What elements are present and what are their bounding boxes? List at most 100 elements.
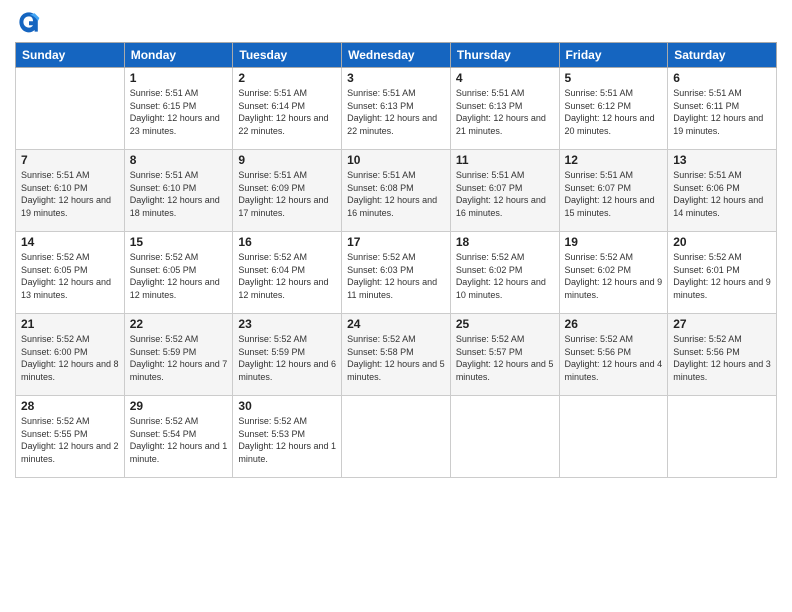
- day-number: 23: [238, 317, 336, 331]
- calendar-cell: 9Sunrise: 5:51 AM Sunset: 6:09 PM Daylig…: [233, 150, 342, 232]
- col-thursday: Thursday: [450, 43, 559, 68]
- day-number: 4: [456, 71, 554, 85]
- calendar-cell: 16 Sunrise: 5:52 AM Sunset: 6:04 PM Dayli…: [233, 232, 342, 314]
- day-info: Sunrise: 5:52 AM Sunset: 6:04 PM Dayligh…: [238, 251, 336, 301]
- day-info: Sunrise: 5:52 AM Sunset: 6:05 PM Dayligh…: [21, 251, 119, 301]
- page: Sunday Monday Tuesday Wednesday Thursday…: [0, 0, 792, 612]
- calendar-cell: 5Sunrise: 5:51 AM Sunset: 6:12 PM Daylig…: [559, 68, 668, 150]
- day-number: 18: [456, 235, 554, 249]
- calendar-cell: [342, 396, 451, 478]
- calendar-cell: [450, 396, 559, 478]
- logo: [15, 14, 41, 34]
- day-number: 20: [673, 235, 771, 249]
- calendar-week-row: 14 Sunrise: 5:52 AM Sunset: 6:05 PM Dayli…: [16, 232, 777, 314]
- col-sunday: Sunday: [16, 43, 125, 68]
- calendar-week-row: 28 Sunrise: 5:52 AM Sunset: 5:55 PM Dayli…: [16, 396, 777, 478]
- day-number: 3: [347, 71, 445, 85]
- day-number: 17: [347, 235, 445, 249]
- day-info: Sunrise: 5:52 AM Sunset: 6:05 PM Dayligh…: [130, 251, 228, 301]
- day-number: 9: [238, 153, 336, 167]
- day-number: 14: [21, 235, 119, 249]
- day-info: Sunrise: 5:52 AM Sunset: 5:56 PM Dayligh…: [673, 333, 771, 383]
- day-number: 8: [130, 153, 228, 167]
- calendar-cell: 11 Sunrise: 5:51 AM Sunset: 6:07 PM Dayli…: [450, 150, 559, 232]
- day-number: 21: [21, 317, 119, 331]
- calendar-cell: 19 Sunrise: 5:52 AM Sunset: 6:02 PM Dayli…: [559, 232, 668, 314]
- day-info: Sunrise: 5:52 AM Sunset: 5:59 PM Dayligh…: [238, 333, 336, 383]
- col-friday: Friday: [559, 43, 668, 68]
- day-number: 6: [673, 71, 771, 85]
- calendar-cell: 25 Sunrise: 5:52 AM Sunset: 5:57 PM Dayli…: [450, 314, 559, 396]
- day-number: 28: [21, 399, 119, 413]
- calendar-cell: 4 Sunrise: 5:51 AM Sunset: 6:13 PM Daylig…: [450, 68, 559, 150]
- day-number: 16: [238, 235, 336, 249]
- day-number: 11: [456, 153, 554, 167]
- calendar-table: Sunday Monday Tuesday Wednesday Thursday…: [15, 42, 777, 478]
- col-monday: Monday: [124, 43, 233, 68]
- logo-icon: [17, 10, 41, 34]
- day-number: 10: [347, 153, 445, 167]
- calendar-week-row: 21 Sunrise: 5:52 AM Sunset: 6:00 PM Dayli…: [16, 314, 777, 396]
- day-number: 19: [565, 235, 663, 249]
- calendar-cell: 8 Sunrise: 5:51 AM Sunset: 6:10 PM Daylig…: [124, 150, 233, 232]
- day-number: 26: [565, 317, 663, 331]
- calendar-cell: 13Sunrise: 5:51 AM Sunset: 6:06 PM Dayli…: [668, 150, 777, 232]
- calendar-cell: [668, 396, 777, 478]
- day-info: Sunrise: 5:52 AM Sunset: 5:56 PM Dayligh…: [565, 333, 663, 383]
- calendar-cell: 29 Sunrise: 5:52 AM Sunset: 5:54 PM Dayli…: [124, 396, 233, 478]
- day-info: Sunrise: 5:52 AM Sunset: 5:59 PM Dayligh…: [130, 333, 228, 383]
- day-number: 27: [673, 317, 771, 331]
- day-number: 12: [565, 153, 663, 167]
- day-info: Sunrise: 5:52 AM Sunset: 6:02 PM Dayligh…: [565, 251, 663, 301]
- day-info: Sunrise: 5:51 AM Sunset: 6:13 PM Dayligh…: [347, 87, 445, 137]
- calendar-week-row: 1Sunrise: 5:51 AM Sunset: 6:15 PM Daylig…: [16, 68, 777, 150]
- calendar-cell: 17 Sunrise: 5:52 AM Sunset: 6:03 PM Dayli…: [342, 232, 451, 314]
- calendar-header-row: Sunday Monday Tuesday Wednesday Thursday…: [16, 43, 777, 68]
- day-info: Sunrise: 5:52 AM Sunset: 5:53 PM Dayligh…: [238, 415, 336, 465]
- day-info: Sunrise: 5:51 AM Sunset: 6:06 PM Dayligh…: [673, 169, 771, 219]
- col-tuesday: Tuesday: [233, 43, 342, 68]
- day-info: Sunrise: 5:52 AM Sunset: 6:03 PM Dayligh…: [347, 251, 445, 301]
- day-info: Sunrise: 5:52 AM Sunset: 5:57 PM Dayligh…: [456, 333, 554, 383]
- day-info: Sunrise: 5:51 AM Sunset: 6:10 PM Dayligh…: [130, 169, 228, 219]
- calendar-cell: 26 Sunrise: 5:52 AM Sunset: 5:56 PM Dayli…: [559, 314, 668, 396]
- day-number: 2: [238, 71, 336, 85]
- day-number: 29: [130, 399, 228, 413]
- day-info: Sunrise: 5:51 AM Sunset: 6:14 PM Dayligh…: [238, 87, 336, 137]
- day-number: 30: [238, 399, 336, 413]
- calendar-cell: 1Sunrise: 5:51 AM Sunset: 6:15 PM Daylig…: [124, 68, 233, 150]
- day-info: Sunrise: 5:51 AM Sunset: 6:10 PM Dayligh…: [21, 169, 119, 219]
- day-number: 25: [456, 317, 554, 331]
- day-info: Sunrise: 5:52 AM Sunset: 5:55 PM Dayligh…: [21, 415, 119, 465]
- calendar-cell: 14 Sunrise: 5:52 AM Sunset: 6:05 PM Dayli…: [16, 232, 125, 314]
- calendar-cell: 3 Sunrise: 5:51 AM Sunset: 6:13 PM Daylig…: [342, 68, 451, 150]
- day-number: 15: [130, 235, 228, 249]
- day-number: 5: [565, 71, 663, 85]
- calendar-cell: 12 Sunrise: 5:51 AM Sunset: 6:07 PM Dayli…: [559, 150, 668, 232]
- day-info: Sunrise: 5:51 AM Sunset: 6:13 PM Dayligh…: [456, 87, 554, 137]
- calendar-cell: 18Sunrise: 5:52 AM Sunset: 6:02 PM Dayli…: [450, 232, 559, 314]
- day-info: Sunrise: 5:52 AM Sunset: 5:54 PM Dayligh…: [130, 415, 228, 465]
- header: [15, 10, 777, 34]
- calendar-cell: 6Sunrise: 5:51 AM Sunset: 6:11 PM Daylig…: [668, 68, 777, 150]
- calendar-cell: [559, 396, 668, 478]
- calendar-cell: 21 Sunrise: 5:52 AM Sunset: 6:00 PM Dayli…: [16, 314, 125, 396]
- day-info: Sunrise: 5:51 AM Sunset: 6:15 PM Dayligh…: [130, 87, 228, 137]
- day-info: Sunrise: 5:52 AM Sunset: 6:00 PM Dayligh…: [21, 333, 119, 383]
- calendar-week-row: 7Sunrise: 5:51 AM Sunset: 6:10 PM Daylig…: [16, 150, 777, 232]
- day-info: Sunrise: 5:52 AM Sunset: 5:58 PM Dayligh…: [347, 333, 445, 383]
- day-info: Sunrise: 5:51 AM Sunset: 6:07 PM Dayligh…: [456, 169, 554, 219]
- day-number: 24: [347, 317, 445, 331]
- col-saturday: Saturday: [668, 43, 777, 68]
- calendar-cell: 30 Sunrise: 5:52 AM Sunset: 5:53 PM Dayli…: [233, 396, 342, 478]
- col-wednesday: Wednesday: [342, 43, 451, 68]
- day-info: Sunrise: 5:51 AM Sunset: 6:07 PM Dayligh…: [565, 169, 663, 219]
- calendar-cell: 27 Sunrise: 5:52 AM Sunset: 5:56 PM Dayli…: [668, 314, 777, 396]
- calendar-cell: 7Sunrise: 5:51 AM Sunset: 6:10 PM Daylig…: [16, 150, 125, 232]
- calendar-cell: 15 Sunrise: 5:52 AM Sunset: 6:05 PM Dayli…: [124, 232, 233, 314]
- calendar-cell: 23 Sunrise: 5:52 AM Sunset: 5:59 PM Dayli…: [233, 314, 342, 396]
- calendar-cell: 2 Sunrise: 5:51 AM Sunset: 6:14 PM Daylig…: [233, 68, 342, 150]
- calendar-cell: 22Sunrise: 5:52 AM Sunset: 5:59 PM Dayli…: [124, 314, 233, 396]
- day-info: Sunrise: 5:51 AM Sunset: 6:08 PM Dayligh…: [347, 169, 445, 219]
- calendar-cell: 20Sunrise: 5:52 AM Sunset: 6:01 PM Dayli…: [668, 232, 777, 314]
